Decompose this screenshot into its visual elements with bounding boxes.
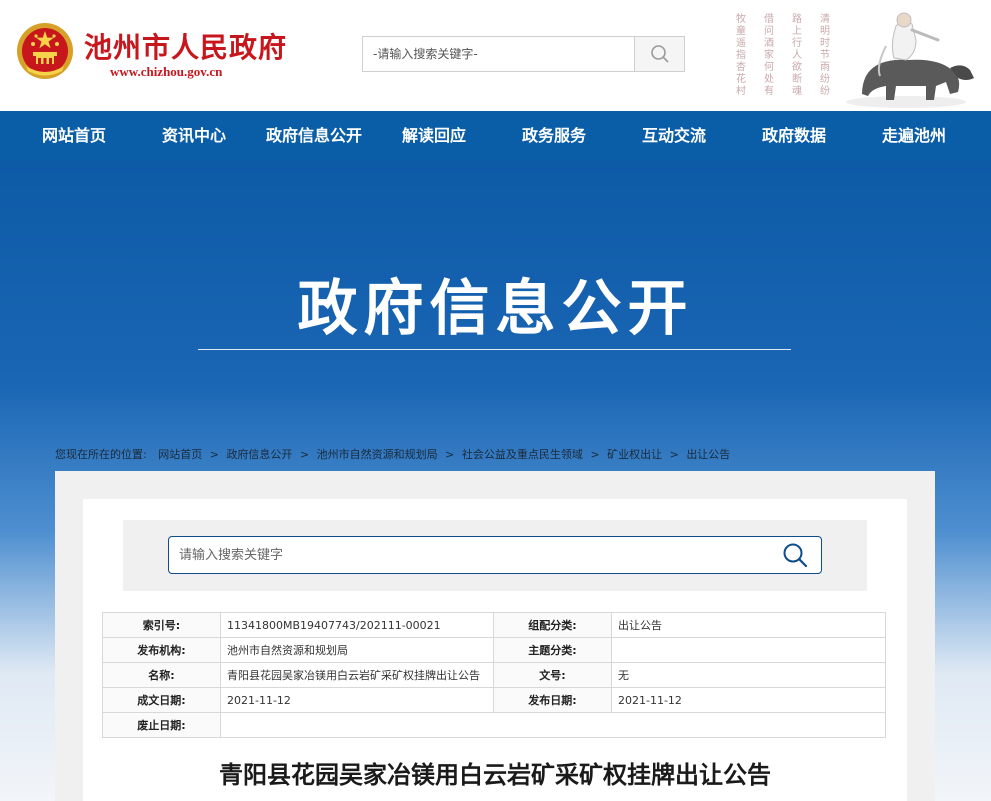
published-date-label: 发布日期: <box>493 687 612 713</box>
expired-date-label: 废止日期: <box>102 712 221 738</box>
topic-label: 主题分类: <box>493 637 612 663</box>
breadcrumb-link[interactable]: 社会公益及重点民生领域 <box>462 446 583 462</box>
table-row: 发布机构: 池州市自然资源和规划局 主题分类: <box>102 637 886 663</box>
poem-column: 借问酒家何处有 <box>764 14 774 97</box>
content-search-input[interactable] <box>169 537 769 573</box>
nav-item-government-services[interactable]: 政务服务 <box>494 111 614 160</box>
table-row: 名称: 青阳县花园吴家冶镁用白云岩矿采矿权挂牌出让公告 文号: 无 <box>102 662 886 688</box>
table-row: 废止日期: <box>102 712 886 738</box>
content-panel: 索引号: 11341800MB19407743/202111-00021 组配分… <box>83 499 907 801</box>
site-url[interactable]: www.chizhou.gov.cn <box>110 64 222 80</box>
search-icon <box>783 543 808 568</box>
search-icon <box>650 45 669 63</box>
name-label: 名称: <box>102 662 221 688</box>
org-value: 池州市自然资源和规划局 <box>220 637 494 663</box>
herdsman-on-ox-illustration <box>846 12 974 108</box>
index-value: 11341800MB19407743/202111-00021 <box>220 612 494 638</box>
table-row: 成文日期: 2021-11-12 发布日期: 2021-11-12 <box>102 687 886 713</box>
created-date-value: 2021-11-12 <box>220 687 494 713</box>
breadcrumb: 您现在所在的位置: 网站首页 > 政府信息公开 > 池州市自然资源和规划局 > … <box>55 446 730 462</box>
breadcrumb-link[interactable]: 出让公告 <box>686 446 730 462</box>
index-label: 索引号: <box>102 612 221 638</box>
main-nav: 网站首页 资讯中心 政府信息公开 解读回应 政务服务 互动交流 政府数据 走遍池… <box>0 111 991 160</box>
content-card: 索引号: 11341800MB19407743/202111-00021 组配分… <box>55 471 935 801</box>
poem-column: 牧童遥指杏花村 <box>736 14 746 97</box>
breadcrumb-link[interactable]: 池州市自然资源和规划局 <box>317 446 438 462</box>
table-row: 索引号: 11341800MB19407743/202111-00021 组配分… <box>102 612 886 638</box>
published-date-value: 2021-11-12 <box>611 687 886 713</box>
top-search-button[interactable] <box>634 37 684 71</box>
breadcrumb-separator: > <box>669 448 679 461</box>
nav-item-government-data[interactable]: 政府数据 <box>734 111 854 160</box>
breadcrumb-separator: > <box>299 448 310 461</box>
category-label: 组配分类: <box>493 612 612 638</box>
breadcrumb-link[interactable]: 网站首页 <box>158 446 202 462</box>
nav-item-news[interactable]: 资讯中心 <box>134 111 254 160</box>
created-date-label: 成文日期: <box>102 687 221 713</box>
nav-item-interaction[interactable]: 互动交流 <box>614 111 734 160</box>
content-search-box <box>168 536 822 574</box>
poem-illustration: 牧童遥指杏花村 借问酒家何处有 路上行人欲断魂 清明时节雨纷纷 <box>728 6 988 110</box>
breadcrumb-prefix: 您现在所在的位置: <box>55 448 147 461</box>
breadcrumb-separator: > <box>209 448 219 461</box>
nav-item-interpretation[interactable]: 解读回应 <box>374 111 494 160</box>
nav-item-info-disclosure[interactable]: 政府信息公开 <box>254 111 374 160</box>
poem-column: 路上行人欲断魂 <box>792 14 802 97</box>
docno-label: 文号: <box>493 662 612 688</box>
docno-value: 无 <box>611 662 886 688</box>
org-label: 发布机构: <box>102 637 221 663</box>
topic-value <box>611 637 886 663</box>
site-header: 池州市人民政府 www.chizhou.gov.cn 牧童遥指杏花村 借问酒家何… <box>0 0 991 111</box>
nav-item-explore-chizhou[interactable]: 走遍池州 <box>854 111 974 160</box>
banner-title: 政府信息公开 <box>297 274 694 344</box>
category-value: 出让公告 <box>611 612 886 638</box>
document-metadata-table: 索引号: 11341800MB19407743/202111-00021 组配分… <box>102 612 886 738</box>
expired-date-value <box>220 712 886 738</box>
nav-item-home[interactable]: 网站首页 <box>14 111 134 160</box>
breadcrumb-separator: > <box>445 448 455 461</box>
article-title: 青阳县花园吴家冶镁用白云岩矿采矿权挂牌出让公告 <box>219 761 771 789</box>
banner-divider <box>198 349 791 350</box>
poem-column: 清明时节雨纷纷 <box>820 14 830 97</box>
top-search-bar <box>362 36 685 72</box>
national-emblem-icon[interactable] <box>16 22 74 80</box>
site-name[interactable]: 池州市人民政府 <box>84 26 287 66</box>
breadcrumb-link[interactable]: 矿业权出让 <box>607 446 662 462</box>
content-search-panel <box>123 520 867 591</box>
top-search-input[interactable] <box>363 37 634 71</box>
content-search-button[interactable] <box>769 537 821 573</box>
breadcrumb-link[interactable]: 政府信息公开 <box>226 446 292 462</box>
name-value: 青阳县花园吴家冶镁用白云岩矿采矿权挂牌出让公告 <box>220 662 494 688</box>
breadcrumb-separator: > <box>590 448 600 461</box>
